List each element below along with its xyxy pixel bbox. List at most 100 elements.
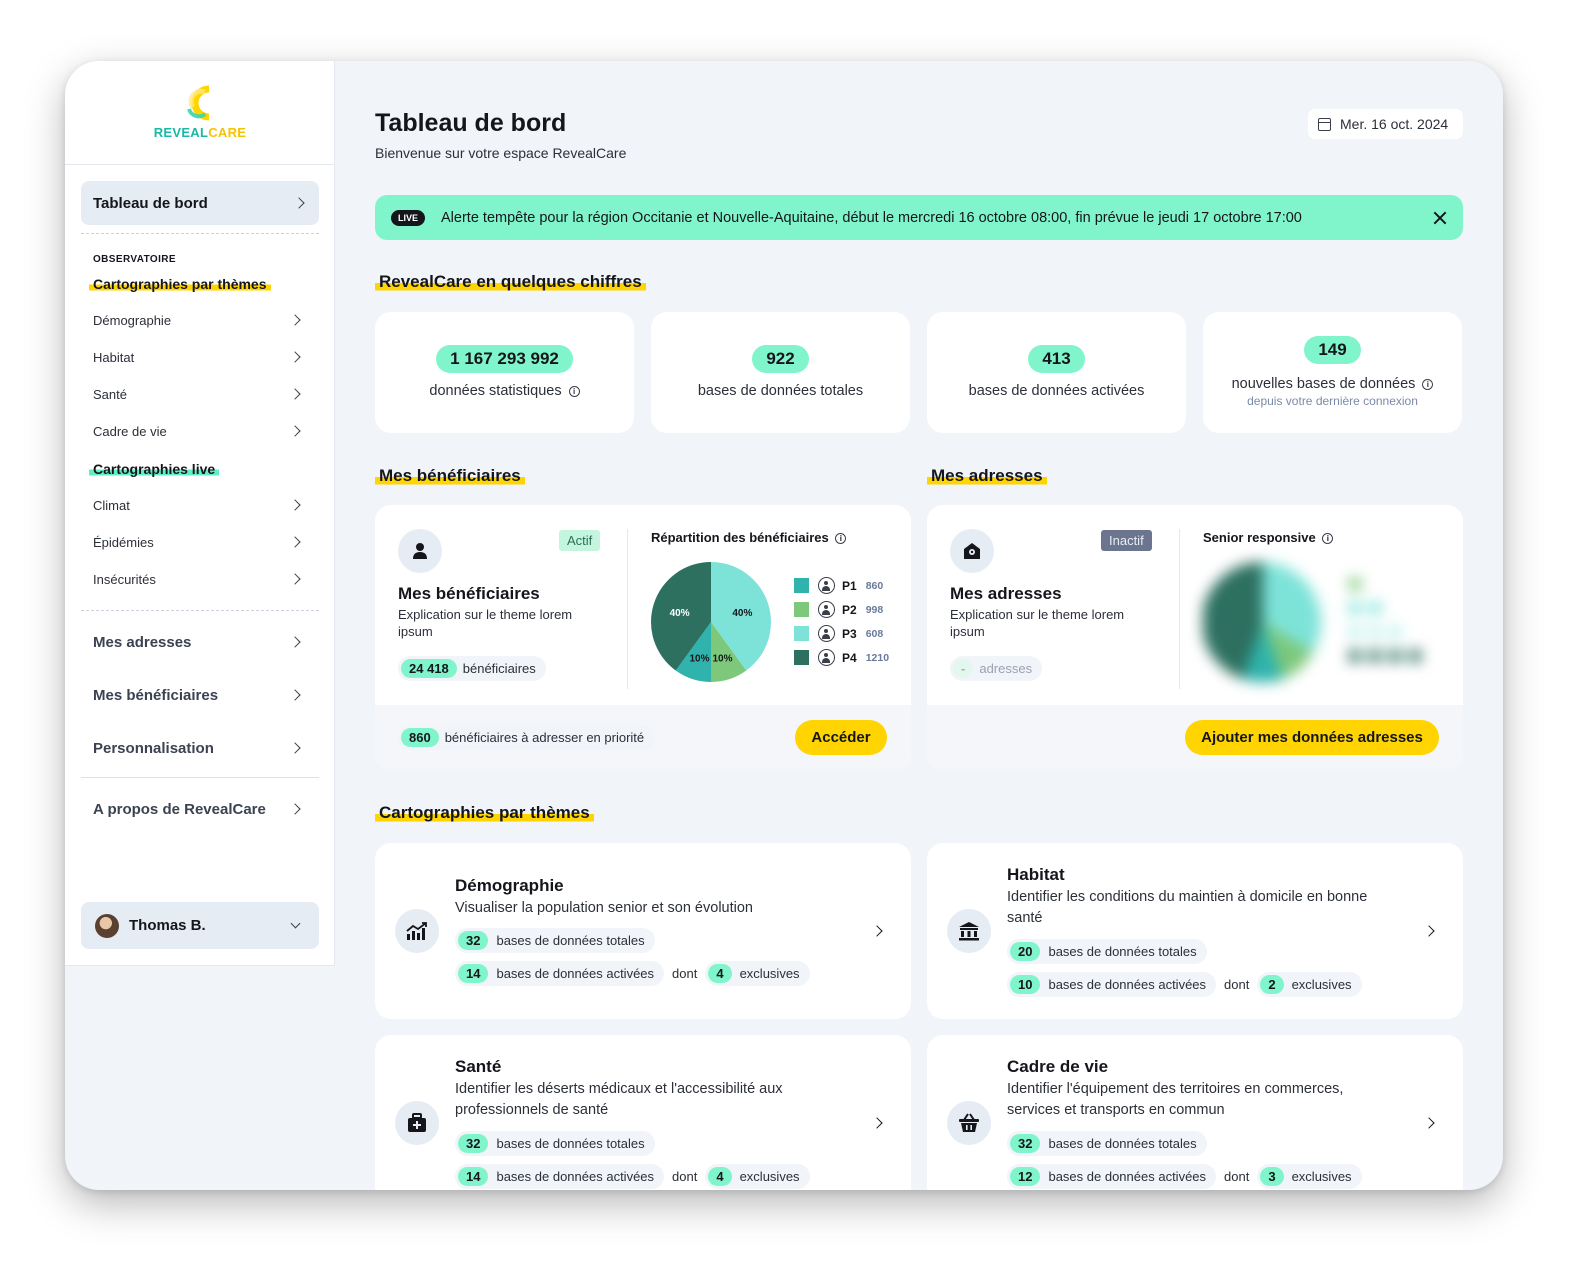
acceder-button[interactable]: Accéder (795, 720, 887, 755)
count-value: 32 (1010, 1134, 1041, 1153)
legend-item: P1 860 (794, 577, 883, 594)
sidebar-item-label: Insécurités (93, 571, 156, 587)
stat-card: 149 nouvelles bases de données i depuis … (1203, 312, 1462, 433)
chevron-right-icon[interactable] (1423, 1117, 1435, 1129)
card-description: Explication sur le theme lorem ipsum (950, 607, 1125, 639)
sidebar-item-a-propos[interactable]: A propos de RevealCare (93, 799, 303, 819)
theme-description: Identifier l'équipement des territoires … (1007, 1081, 1344, 1118)
adresses-count: - adresses (950, 656, 1043, 681)
sidebar-item-insecurites[interactable]: Insécurités (93, 569, 303, 589)
theme-total-row: 32 bases de données totales (1007, 1131, 1207, 1156)
theme-card-sante[interactable]: Santé Identifier les déserts médicaux et… (375, 1035, 911, 1190)
dont-label: dont (672, 1169, 698, 1184)
pie-slice-label: 10% (689, 653, 709, 664)
info-icon[interactable]: i (568, 386, 580, 397)
avatar (95, 913, 119, 938)
dont-label: dont (1224, 977, 1250, 992)
chevron-right-icon[interactable] (871, 1117, 883, 1129)
legend-item: P2 998 (794, 601, 883, 618)
sidebar-item-sante[interactable]: Santé (93, 384, 303, 404)
chevron-right-icon (289, 425, 301, 437)
user-circle-icon (818, 649, 835, 666)
theme-active-row: 14 bases de données activées dont 4 exclus… (455, 1164, 810, 1189)
card-description: Explication sur le theme lorem ipsum (398, 607, 573, 639)
legend-label: P2 (842, 602, 857, 617)
beneficiaires-card: Actif Mes bénéficiaires Explication sur … (375, 505, 911, 771)
stat-value: 149 (1304, 336, 1361, 364)
blurred-pie-chart (1201, 561, 1421, 683)
count-label: bases de données activées (496, 1169, 655, 1184)
close-icon[interactable] (1433, 211, 1447, 225)
logo-text: REVEALCARE (153, 125, 247, 140)
divider (1179, 529, 1180, 689)
sidebar-item-mes-adresses[interactable]: Mes adresses (93, 632, 303, 652)
theme-card-cadre-de-vie[interactable]: Cadre de vie Identifier l'équipement des… (927, 1035, 1463, 1190)
user-circle-icon (818, 577, 835, 594)
divider (81, 610, 319, 611)
chart-title-text: Répartition des bénéficiaires (651, 530, 829, 545)
sidebar-item-label: A propos de RevealCare (93, 800, 266, 818)
chevron-right-icon (289, 499, 301, 511)
exclusive-pill: 4 exclusives (705, 1164, 810, 1189)
divider (81, 777, 319, 778)
divider (65, 164, 335, 165)
legend-label: P1 (842, 578, 857, 593)
count-label: bases de données activées (1048, 1169, 1207, 1184)
chevron-right-icon (289, 314, 301, 326)
theme-card-habitat[interactable]: Habitat Identifier les conditions du mai… (927, 843, 1463, 1019)
chevron-right-icon (289, 742, 301, 754)
info-icon[interactable]: i (1422, 379, 1434, 390)
legend-label: P3 (842, 626, 857, 641)
legend-value: 1210 (865, 651, 890, 664)
legend-value: 860 (865, 579, 884, 592)
chart-title: Senior responsive i (1203, 530, 1334, 545)
count-label: exclusives (1291, 1169, 1352, 1184)
sidebar-item-personnalisation[interactable]: Personnalisation (93, 738, 303, 758)
date-text: Mer. 16 oct. 2024 (1340, 116, 1449, 132)
logo[interactable]: REVEALCARE (65, 83, 335, 145)
sidebar-item-climat[interactable]: Climat (93, 495, 303, 515)
divider (81, 233, 319, 234)
sidebar-item-epidemies[interactable]: Épidémies (93, 532, 303, 552)
chevron-right-icon[interactable] (871, 925, 883, 937)
home-pin-icon (950, 529, 994, 573)
theme-active-row: 12 bases de données activées dont 3 exclus… (1007, 1164, 1362, 1189)
count-value: 12 (1010, 1167, 1041, 1186)
bank-icon (947, 909, 991, 953)
chart-title-text: Senior responsive (1203, 530, 1316, 545)
sidebar-item-label: Épidémies (93, 534, 154, 550)
priority-count: 860 bénéficiaires à adresser en priorité (398, 725, 655, 750)
sidebar-item-tableau-de-bord[interactable]: Tableau de bord (81, 181, 319, 225)
user-menu[interactable]: Thomas B. (81, 902, 319, 949)
sidebar-item-label: Habitat (93, 349, 135, 365)
medical-bag-icon (395, 1101, 439, 1145)
alert-text: Alerte tempête pour la région Occitanie … (441, 209, 1302, 226)
count-label: exclusives (1291, 977, 1352, 992)
sidebar-item-mes-beneficiaires[interactable]: Mes bénéficiaires (93, 685, 303, 705)
live-alert-banner: LIVE Alerte tempête pour la région Occit… (375, 195, 1463, 240)
theme-total-row: 20 bases de données totales (1007, 939, 1207, 964)
info-icon[interactable]: i (835, 533, 847, 544)
ajouter-adresses-button[interactable]: Ajouter mes données adresses (1185, 720, 1439, 755)
group-title-themes: Cartographies par thèmes (89, 276, 271, 292)
sidebar-item-habitat[interactable]: Habitat (93, 347, 303, 367)
count-value: - (953, 659, 974, 678)
sidebar-item-demographie[interactable]: Démographie (93, 310, 303, 330)
date-display[interactable]: Mer. 16 oct. 2024 (1308, 109, 1463, 139)
info-icon[interactable]: i (1322, 533, 1334, 544)
sidebar-item-label: Mes bénéficiaires (93, 686, 219, 704)
chevron-right-icon[interactable] (1423, 925, 1435, 937)
sidebar-item-cadre-de-vie[interactable]: Cadre de vie (93, 421, 303, 441)
section-title-stats: RevealCare en quelques chiffres (375, 272, 646, 292)
theme-card-demographie[interactable]: Démographie Visualiser la population sen… (375, 843, 911, 1019)
stat-sublabel: depuis votre dernière connexion (1247, 394, 1418, 408)
section-title-beneficiaires: Mes bénéficiaires (375, 466, 525, 486)
count-label: bénéficiaires (462, 661, 536, 676)
count-label: exclusives (739, 966, 800, 981)
legend-item: P3 608 (794, 625, 883, 642)
total-pill: 32 bases de données totales (455, 928, 655, 953)
stat-value: 922 (752, 345, 809, 373)
sidebar-item-label: Personnalisation (93, 739, 214, 757)
calendar-icon (1318, 117, 1331, 131)
section-title-adresses: Mes adresses (927, 466, 1047, 486)
